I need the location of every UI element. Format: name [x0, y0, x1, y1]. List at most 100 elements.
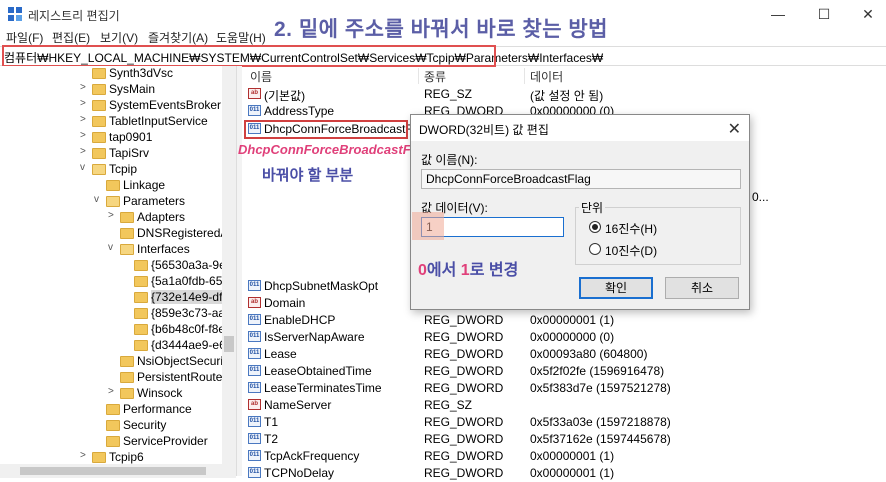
tree-item[interactable]: Linkage	[0, 178, 236, 194]
tree-item[interactable]: NsiObjectSecurity	[0, 354, 236, 370]
value-row[interactable]: 011 LeaseObtainedTime REG_DWORD 0x5f2f02fe …	[242, 363, 886, 380]
tree-item-label[interactable]: Synth3dVsc	[109, 66, 173, 80]
expanded-chevron-icon[interactable]: v	[108, 242, 118, 253]
value-row[interactable]: ab NameServer REG_SZ	[242, 397, 886, 414]
tree-item-label[interactable]: tap0901	[109, 130, 152, 144]
tree-item-label[interactable]: PersistentRoutes	[137, 370, 228, 384]
tree-item[interactable]: Synth3dVsc	[0, 66, 236, 82]
menu-favorites[interactable]: 즐겨찾기(A)	[148, 29, 208, 46]
menu-edit[interactable]: 편집(E)	[52, 29, 90, 46]
expanded-chevron-icon[interactable]: v	[80, 162, 90, 173]
tree-item[interactable]: {732e14e9-df8	[0, 290, 236, 306]
menu-file[interactable]: 파일(F)	[6, 29, 43, 46]
tree-item-label[interactable]: TapiSrv	[109, 146, 149, 160]
tree-item-label[interactable]: Security	[123, 418, 166, 432]
dec-radio-label[interactable]: 10진수(D)	[605, 242, 657, 259]
tree-scroll-thumb[interactable]	[224, 336, 234, 352]
tree-item-label[interactable]: Tcpip6	[109, 450, 144, 464]
tree-item[interactable]: > TapiSrv	[0, 146, 236, 162]
collapsed-chevron-icon[interactable]: >	[108, 386, 118, 397]
value-row[interactable]: 011 T1 REG_DWORD 0x5f33a03e (1597218878)	[242, 414, 886, 431]
collapsed-chevron-icon[interactable]: >	[80, 146, 90, 157]
tree-item-label[interactable]: {5a1a0fdb-658	[151, 274, 229, 288]
column-header-name[interactable]: 이름	[250, 68, 272, 85]
tree-item[interactable]: v Tcpip	[0, 162, 236, 178]
column-header-data[interactable]: 데이터	[530, 68, 563, 85]
tree-item[interactable]: > Winsock	[0, 386, 236, 402]
tree-item[interactable]: DNSRegisteredAd	[0, 226, 236, 242]
value-row[interactable]: 011 TCPNoDelay REG_DWORD 0x00000001 (1)	[242, 465, 886, 482]
tree-item-label[interactable]: {d3444ae9-e6	[151, 338, 226, 352]
menu-view[interactable]: 보기(V)	[100, 29, 138, 46]
value-name-field[interactable]: DhcpConnForceBroadcastFlag	[421, 169, 741, 189]
tree-item[interactable]: > TabletInputService	[0, 114, 236, 130]
column-separator[interactable]	[418, 68, 419, 84]
key-tree[interactable]: Synth3dVsc > SysMain > SystemEventsBroker > Ta…	[0, 66, 236, 476]
column-header-type[interactable]: 종류	[424, 68, 446, 85]
tree-item[interactable]: > tap0901	[0, 130, 236, 146]
dec-radio[interactable]	[589, 243, 601, 255]
collapsed-chevron-icon[interactable]: >	[108, 210, 118, 221]
ok-button[interactable]: 확인	[579, 277, 653, 299]
tree-item-label[interactable]: {b6b48c0f-f8e	[151, 322, 225, 336]
tree-item[interactable]: {b6b48c0f-f8e	[0, 322, 236, 338]
hex-radio[interactable]	[589, 221, 601, 233]
tree-item[interactable]: {d3444ae9-e6	[0, 338, 236, 354]
tree-item[interactable]: {5a1a0fdb-658	[0, 274, 236, 290]
tree-item[interactable]: {859e3c73-aaf	[0, 306, 236, 322]
tree-item-label[interactable]: {732e14e9-df8	[151, 290, 230, 304]
maximize-button[interactable]: ☐	[810, 4, 838, 24]
menu-help[interactable]: 도움말(H)	[216, 29, 266, 46]
tree-item-label[interactable]: Tcpip	[109, 162, 137, 176]
tree-item-label[interactable]: DNSRegisteredAd	[137, 226, 235, 240]
tree-item-label[interactable]: Winsock	[137, 386, 182, 400]
tree-item[interactable]: > Adapters	[0, 210, 236, 226]
tree-item[interactable]: {56530a3a-9e0	[0, 258, 236, 274]
value-row[interactable]: 011 LeaseTerminatesTime REG_DWORD 0x5f383d7…	[242, 380, 886, 397]
value-data: 0x00000001 (1)	[530, 313, 615, 327]
value-row[interactable]: 011 EnableDHCP REG_DWORD 0x00000001 (1)	[242, 312, 886, 329]
value-row[interactable]: 011 Lease REG_DWORD 0x00093a80 (604800)	[242, 346, 886, 363]
tree-item[interactable]: PersistentRoutes	[0, 370, 236, 386]
tree-item[interactable]: > SystemEventsBroker	[0, 98, 236, 114]
tree-item-label[interactable]: SystemEventsBroker	[109, 98, 221, 112]
dialog-close-icon[interactable]: ✕	[728, 119, 741, 139]
tree-item-label[interactable]: SysMain	[109, 82, 155, 96]
minimize-button[interactable]: —	[764, 4, 792, 24]
tree-item[interactable]: v Interfaces	[0, 242, 236, 258]
collapsed-chevron-icon[interactable]: >	[80, 82, 90, 93]
value-row[interactable]: 011 TcpAckFrequency REG_DWORD 0x00000001 (1…	[242, 448, 886, 465]
tree-item-label[interactable]: Linkage	[123, 178, 165, 192]
cancel-button[interactable]: 취소	[665, 277, 739, 299]
tree-item-label[interactable]: NsiObjectSecurity	[137, 354, 232, 368]
tree-item-label[interactable]: Parameters	[123, 194, 185, 208]
tree-item-label[interactable]: {859e3c73-aaf	[151, 306, 228, 320]
tree-item-label[interactable]: Performance	[123, 402, 192, 416]
tree-item-label[interactable]: Interfaces	[137, 242, 190, 256]
tree-item[interactable]: v Parameters	[0, 194, 236, 210]
tree-item[interactable]: Performance	[0, 402, 236, 418]
tree-item[interactable]: > SysMain	[0, 82, 236, 98]
collapsed-chevron-icon[interactable]: >	[80, 114, 90, 125]
tree-item-label[interactable]: TabletInputService	[109, 114, 208, 128]
tree-item-label[interactable]: {56530a3a-9e0	[151, 258, 232, 272]
hex-radio-label[interactable]: 16진수(H)	[605, 220, 657, 237]
close-button[interactable]: ✕	[854, 4, 882, 24]
collapsed-chevron-icon[interactable]: >	[80, 450, 90, 461]
value-row[interactable]: 011 T2 REG_DWORD 0x5f37162e (1597445678)	[242, 431, 886, 448]
value-name: Lease	[264, 347, 297, 361]
tree-horizontal-scrollbar[interactable]	[0, 464, 236, 478]
tree-hscroll-thumb[interactable]	[20, 467, 206, 475]
value-row[interactable]: ab (기본값) REG_SZ (값 설정 안 됨)	[242, 86, 886, 103]
value-row[interactable]: 011 IsServerNapAware REG_DWORD 0x00000000 (…	[242, 329, 886, 346]
collapsed-chevron-icon[interactable]: >	[80, 98, 90, 109]
collapsed-chevron-icon[interactable]: >	[80, 130, 90, 141]
expanded-chevron-icon[interactable]: v	[94, 194, 104, 205]
annotation-zero-to-one: 0에서 1로 변경	[418, 256, 518, 280]
tree-vertical-scrollbar[interactable]	[222, 66, 236, 476]
tree-item[interactable]: Security	[0, 418, 236, 434]
tree-item-label[interactable]: Adapters	[137, 210, 185, 224]
tree-item[interactable]: ServiceProvider	[0, 434, 236, 450]
tree-item-label[interactable]: ServiceProvider	[123, 434, 208, 448]
column-separator[interactable]	[524, 68, 525, 84]
